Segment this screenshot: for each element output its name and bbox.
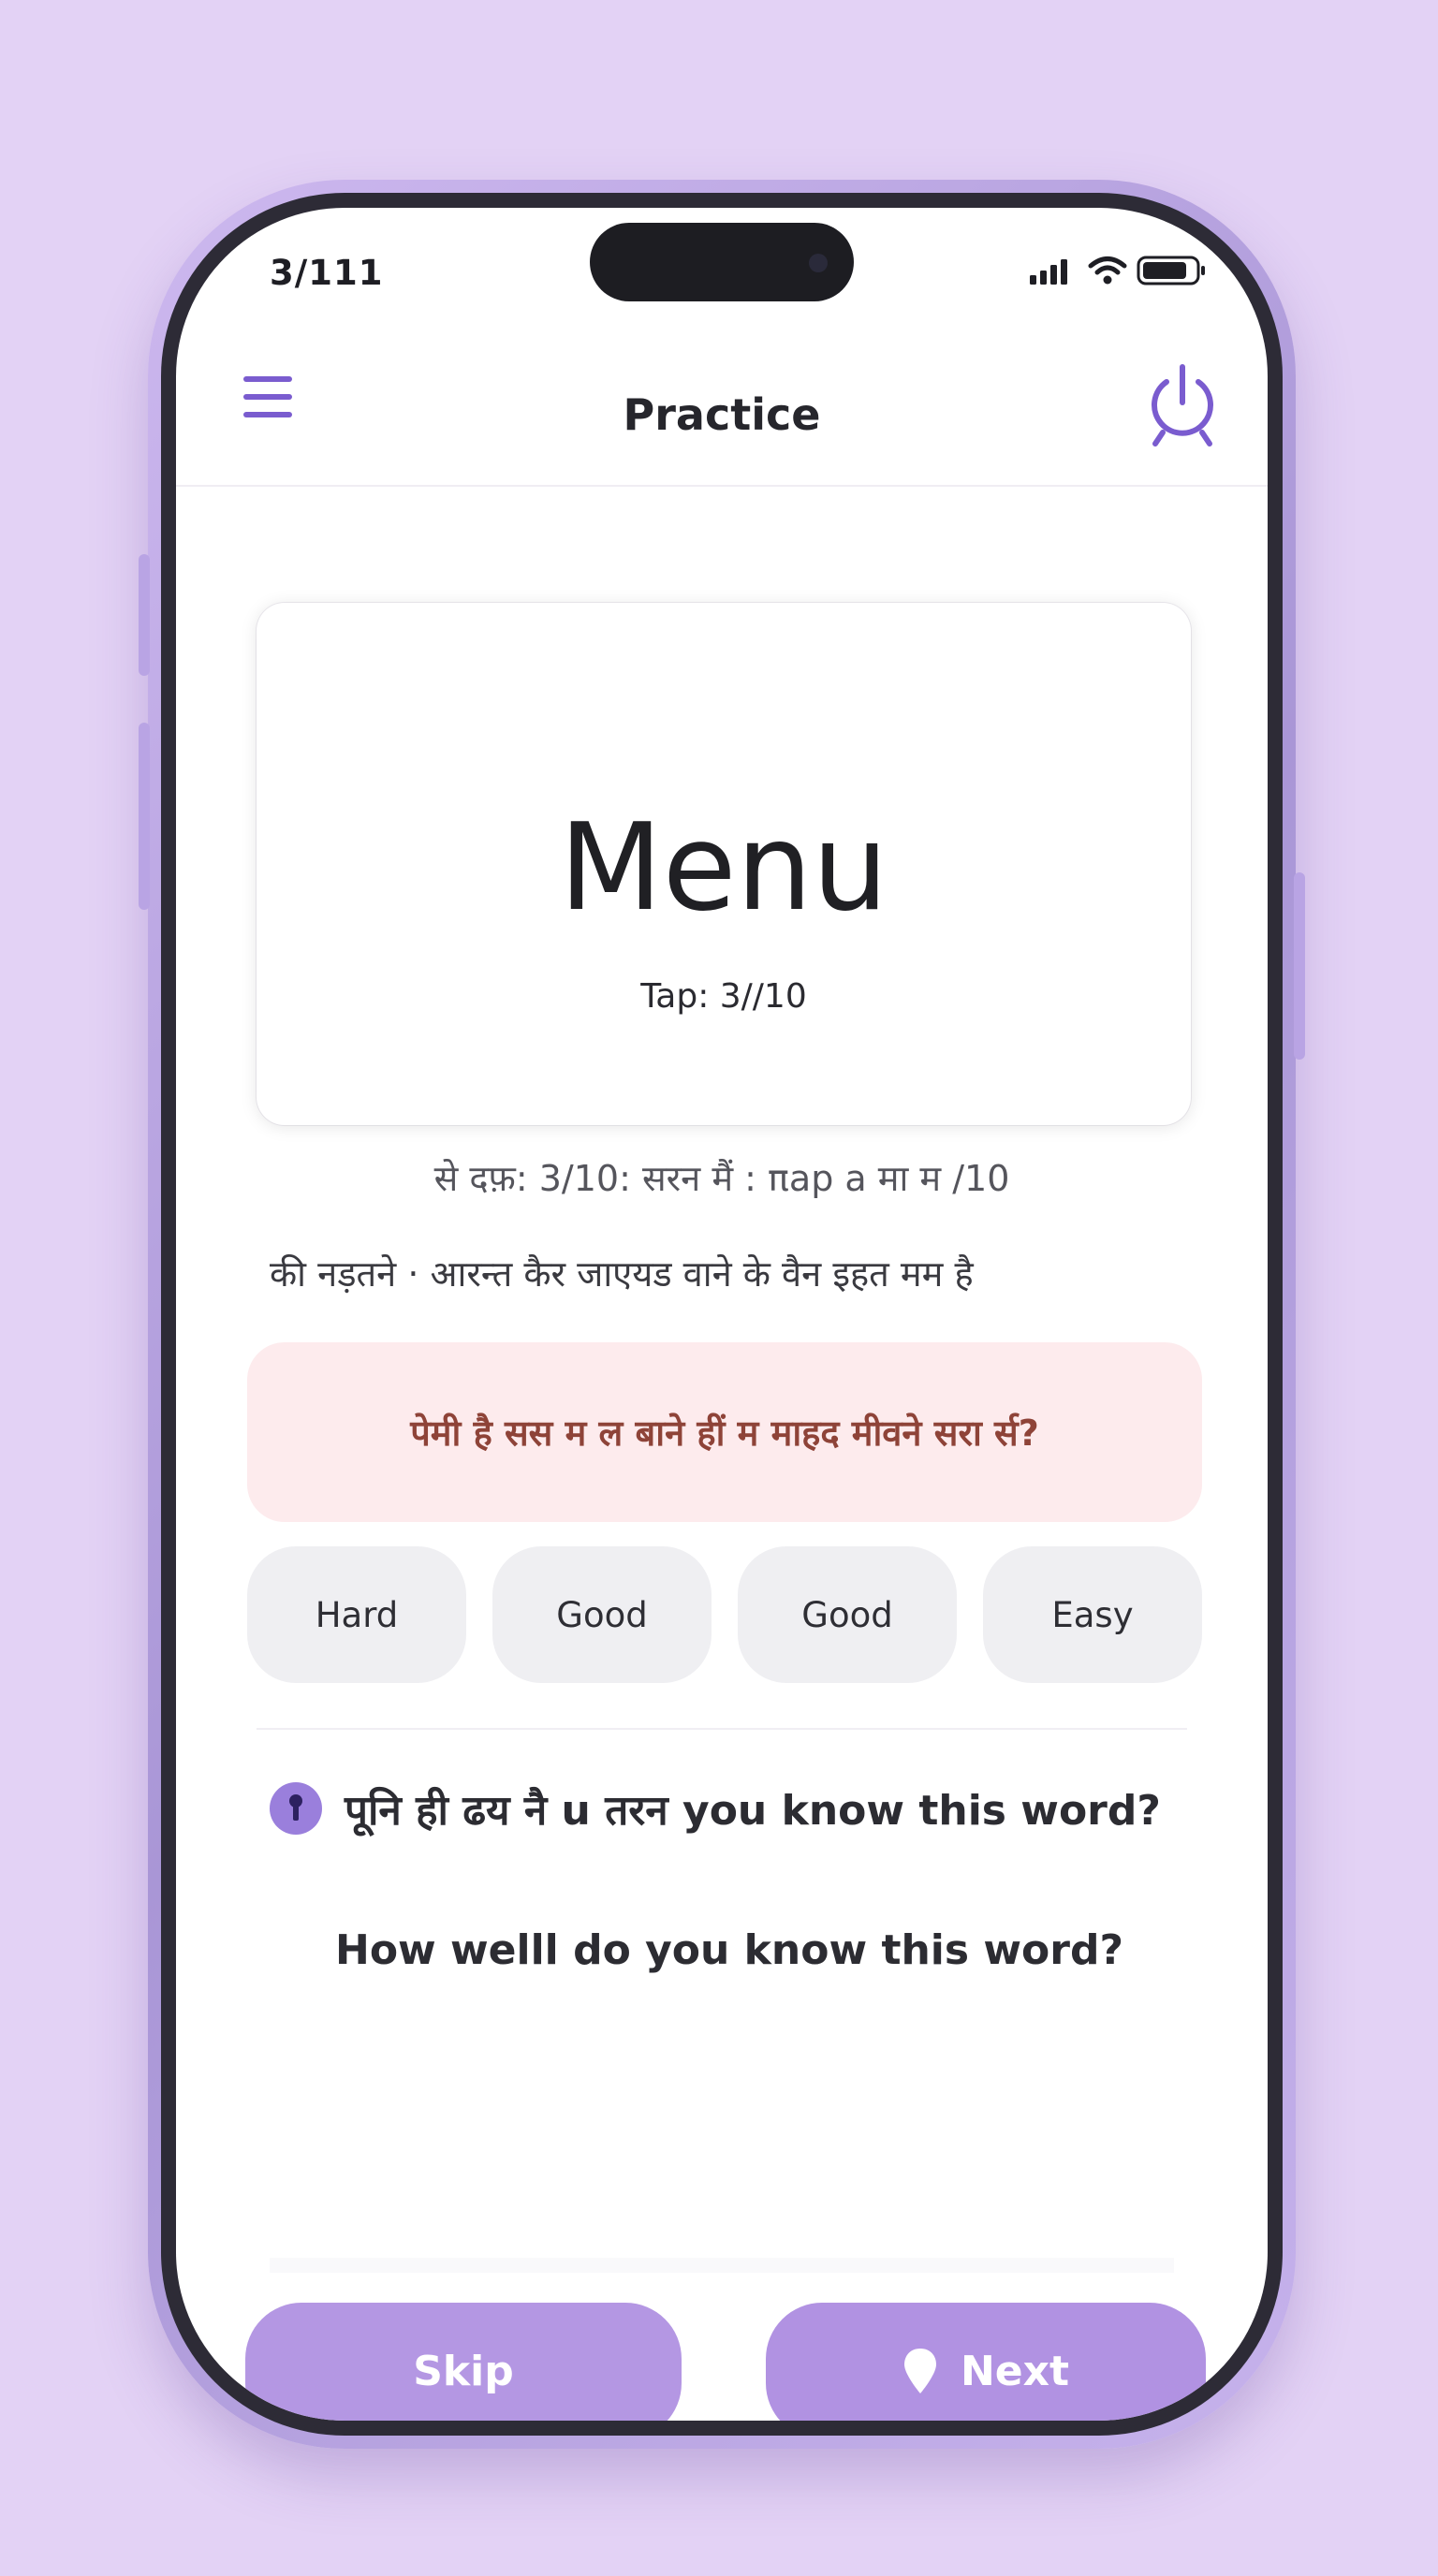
rating-good-button-2[interactable]: Good — [738, 1546, 957, 1683]
page-title: Practice — [623, 389, 821, 440]
location-pin-icon — [903, 2349, 936, 2393]
question-text: पूनि ही ढय नै u तरन you know this word? — [345, 1787, 1161, 1835]
rating-easy-button[interactable]: Easy — [983, 1546, 1202, 1683]
card-word: Menu — [559, 798, 888, 938]
front-camera — [809, 254, 828, 272]
battery-icon — [1137, 256, 1205, 285]
info-icon — [270, 1782, 322, 1835]
phone-bezel: 3/111 Practice Menu Tap: 3//10 से दफ़: 3… — [161, 193, 1283, 2436]
phone-frame: 3/111 Practice Menu Tap: 3//10 से दफ़: 3… — [139, 180, 1305, 2449]
alert-box: पेमी है सस म ल बाने हीं म माहद मीवने सरा… — [247, 1342, 1202, 1522]
status-icons — [1030, 255, 1208, 286]
dynamic-island — [590, 223, 854, 301]
volume-down-button — [139, 723, 150, 910]
phone-screen: 3/111 Practice Menu Tap: 3//10 से दफ़: 3… — [176, 208, 1268, 2421]
footer-separator — [270, 2258, 1174, 2273]
question-row: पूनि ही ढय नै u तरन you know this word? — [270, 1780, 1161, 1837]
info-line: से दफ़: 3/10: सरन मैं : πap a मा म /10 — [433, 1158, 1010, 1199]
next-button[interactable]: Next — [766, 2303, 1206, 2421]
skip-button-label: Skip — [413, 2347, 514, 2395]
question-text-english: How welll do you know this word? — [335, 1926, 1123, 1974]
stopwatch-icon[interactable] — [1142, 363, 1223, 449]
next-button-label: Next — [960, 2347, 1070, 2395]
flashcard[interactable]: Menu Tap: 3//10 — [257, 603, 1191, 1125]
rating-buttons: Hard Good Good Easy — [247, 1546, 1204, 1683]
skip-button[interactable]: Skip — [245, 2303, 682, 2421]
rating-good-button[interactable]: Good — [492, 1546, 712, 1683]
card-progress: Tap: 3//10 — [640, 977, 807, 1016]
volume-up-button — [139, 554, 150, 676]
signal-icon — [1030, 259, 1067, 285]
wifi-icon — [1088, 256, 1127, 285]
power-button — [1294, 872, 1305, 1060]
status-time: 3/111 — [270, 253, 384, 293]
app-header: Practice — [176, 348, 1268, 487]
rating-hard-button[interactable]: Hard — [247, 1546, 466, 1683]
divider — [257, 1728, 1187, 1730]
description-text: की नड़तने · आरन्त कैर जाएयड वाने के वैन … — [270, 1253, 974, 1295]
